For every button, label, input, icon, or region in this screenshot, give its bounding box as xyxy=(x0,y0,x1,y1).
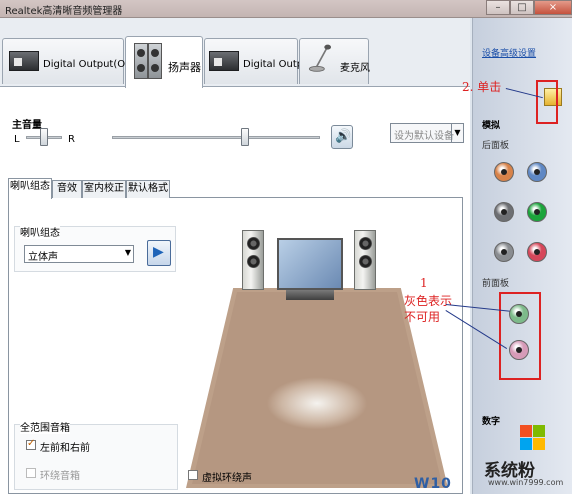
speaker-volume-icon: 🔊 xyxy=(335,129,352,144)
jack-orange[interactable] xyxy=(494,162,514,182)
front-lr-checkbox[interactable] xyxy=(26,438,36,450)
full-range-title: 全范围音箱 xyxy=(20,419,70,434)
watermark-url: www.win7999.com xyxy=(488,478,564,487)
digital-output-icon xyxy=(209,51,239,71)
surround-checkbox[interactable] xyxy=(26,468,36,478)
balance-left-label: L xyxy=(14,134,20,145)
advanced-settings-link[interactable]: 设备高级设置 xyxy=(482,46,536,59)
speaker-config-select[interactable]: 立体声 ▼ xyxy=(24,245,134,263)
maximize-button[interactable]: □ xyxy=(510,0,534,15)
tab-label: 麦克风 xyxy=(340,63,370,74)
annotation-box-front-jacks xyxy=(499,292,541,380)
tab-speakers[interactable]: 扬声器 xyxy=(125,36,203,88)
chevron-down-icon: ▼ xyxy=(451,124,463,142)
front-lr-label: 左前和右前 xyxy=(40,443,90,454)
monitor-illustration xyxy=(277,238,343,290)
annotation-gray-note-1: 灰色表示 xyxy=(404,294,453,308)
set-default-device-label: 设为默认设备 xyxy=(394,131,454,142)
window-title: Realtek高清晰音频管理器 xyxy=(5,6,123,17)
play-icon: ▶ xyxy=(153,244,164,260)
digital-label: 数字 xyxy=(482,417,501,427)
tab-digital-output[interactable]: Digital Output xyxy=(204,38,313,84)
speaker-icon xyxy=(134,43,148,79)
volume-slider-track xyxy=(112,136,320,139)
windows-logo-icon xyxy=(520,425,546,451)
close-button[interactable]: × xyxy=(534,0,572,15)
minimize-button[interactable]: – xyxy=(486,0,510,15)
front-panel-label: 前面板 xyxy=(482,279,510,289)
tab-digital-output-optical[interactable]: Digital Output(Optical) xyxy=(2,38,156,84)
jack-green[interactable] xyxy=(527,202,547,222)
title-bar: Realtek高清晰音频管理器 – □ × xyxy=(0,0,572,18)
front-right-speaker[interactable] xyxy=(354,230,376,290)
jack-black[interactable] xyxy=(494,202,514,222)
tab-sound-effects[interactable]: 音效 xyxy=(52,180,82,198)
set-default-device-dropdown[interactable]: 设为默认设备 ▼ xyxy=(390,123,464,143)
annotation-click: 2. 单击 xyxy=(462,80,502,94)
jack-gray[interactable] xyxy=(494,242,514,262)
speaker-icon xyxy=(148,43,162,79)
speaker-config-value: 立体声 xyxy=(28,252,58,263)
tab-speaker-config[interactable]: 喇叭组态 xyxy=(8,178,52,199)
jack-blue[interactable] xyxy=(527,162,547,182)
tab-microphone[interactable]: 麦克风 xyxy=(299,38,370,84)
mute-button[interactable]: 🔊 xyxy=(331,125,353,149)
microphone-icon xyxy=(308,44,331,72)
tab-default-format[interactable]: 默认格式 xyxy=(126,180,170,198)
jack-pink[interactable] xyxy=(527,242,547,262)
balance-right-label: R xyxy=(68,134,75,145)
volume-slider-thumb[interactable] xyxy=(241,128,249,146)
analog-label: 模拟 xyxy=(482,121,501,131)
monitor-stand xyxy=(286,290,334,300)
watermark-partial: W10 xyxy=(414,476,452,492)
annotation-number: 1 xyxy=(420,276,428,290)
optical-output-icon xyxy=(9,51,39,71)
back-panel-label: 后面板 xyxy=(482,141,510,151)
tab-room-correction[interactable]: 室内校正 xyxy=(82,180,126,198)
speaker-config-label: 喇叭组态 xyxy=(20,224,60,239)
annotation-box-folder xyxy=(536,80,558,124)
surround-label: 环绕音箱 xyxy=(40,471,80,482)
chevron-down-icon: ▼ xyxy=(124,248,131,257)
device-tab-strip: Digital Output(Optical) 扬声器 Digital Outp… xyxy=(0,18,470,88)
balance-slider-thumb[interactable] xyxy=(40,128,48,146)
virtual-surround-checkbox[interactable] xyxy=(188,470,198,480)
tab-label: 扬声器 xyxy=(168,61,201,74)
play-test-button[interactable]: ▶ xyxy=(147,240,171,266)
main-volume-label: 主音量 xyxy=(12,120,42,131)
front-left-speaker[interactable] xyxy=(242,230,264,290)
virtual-surround-label: 虚拟环绕声 xyxy=(202,473,252,484)
annotation-gray-note-2: 不可用 xyxy=(404,310,441,324)
